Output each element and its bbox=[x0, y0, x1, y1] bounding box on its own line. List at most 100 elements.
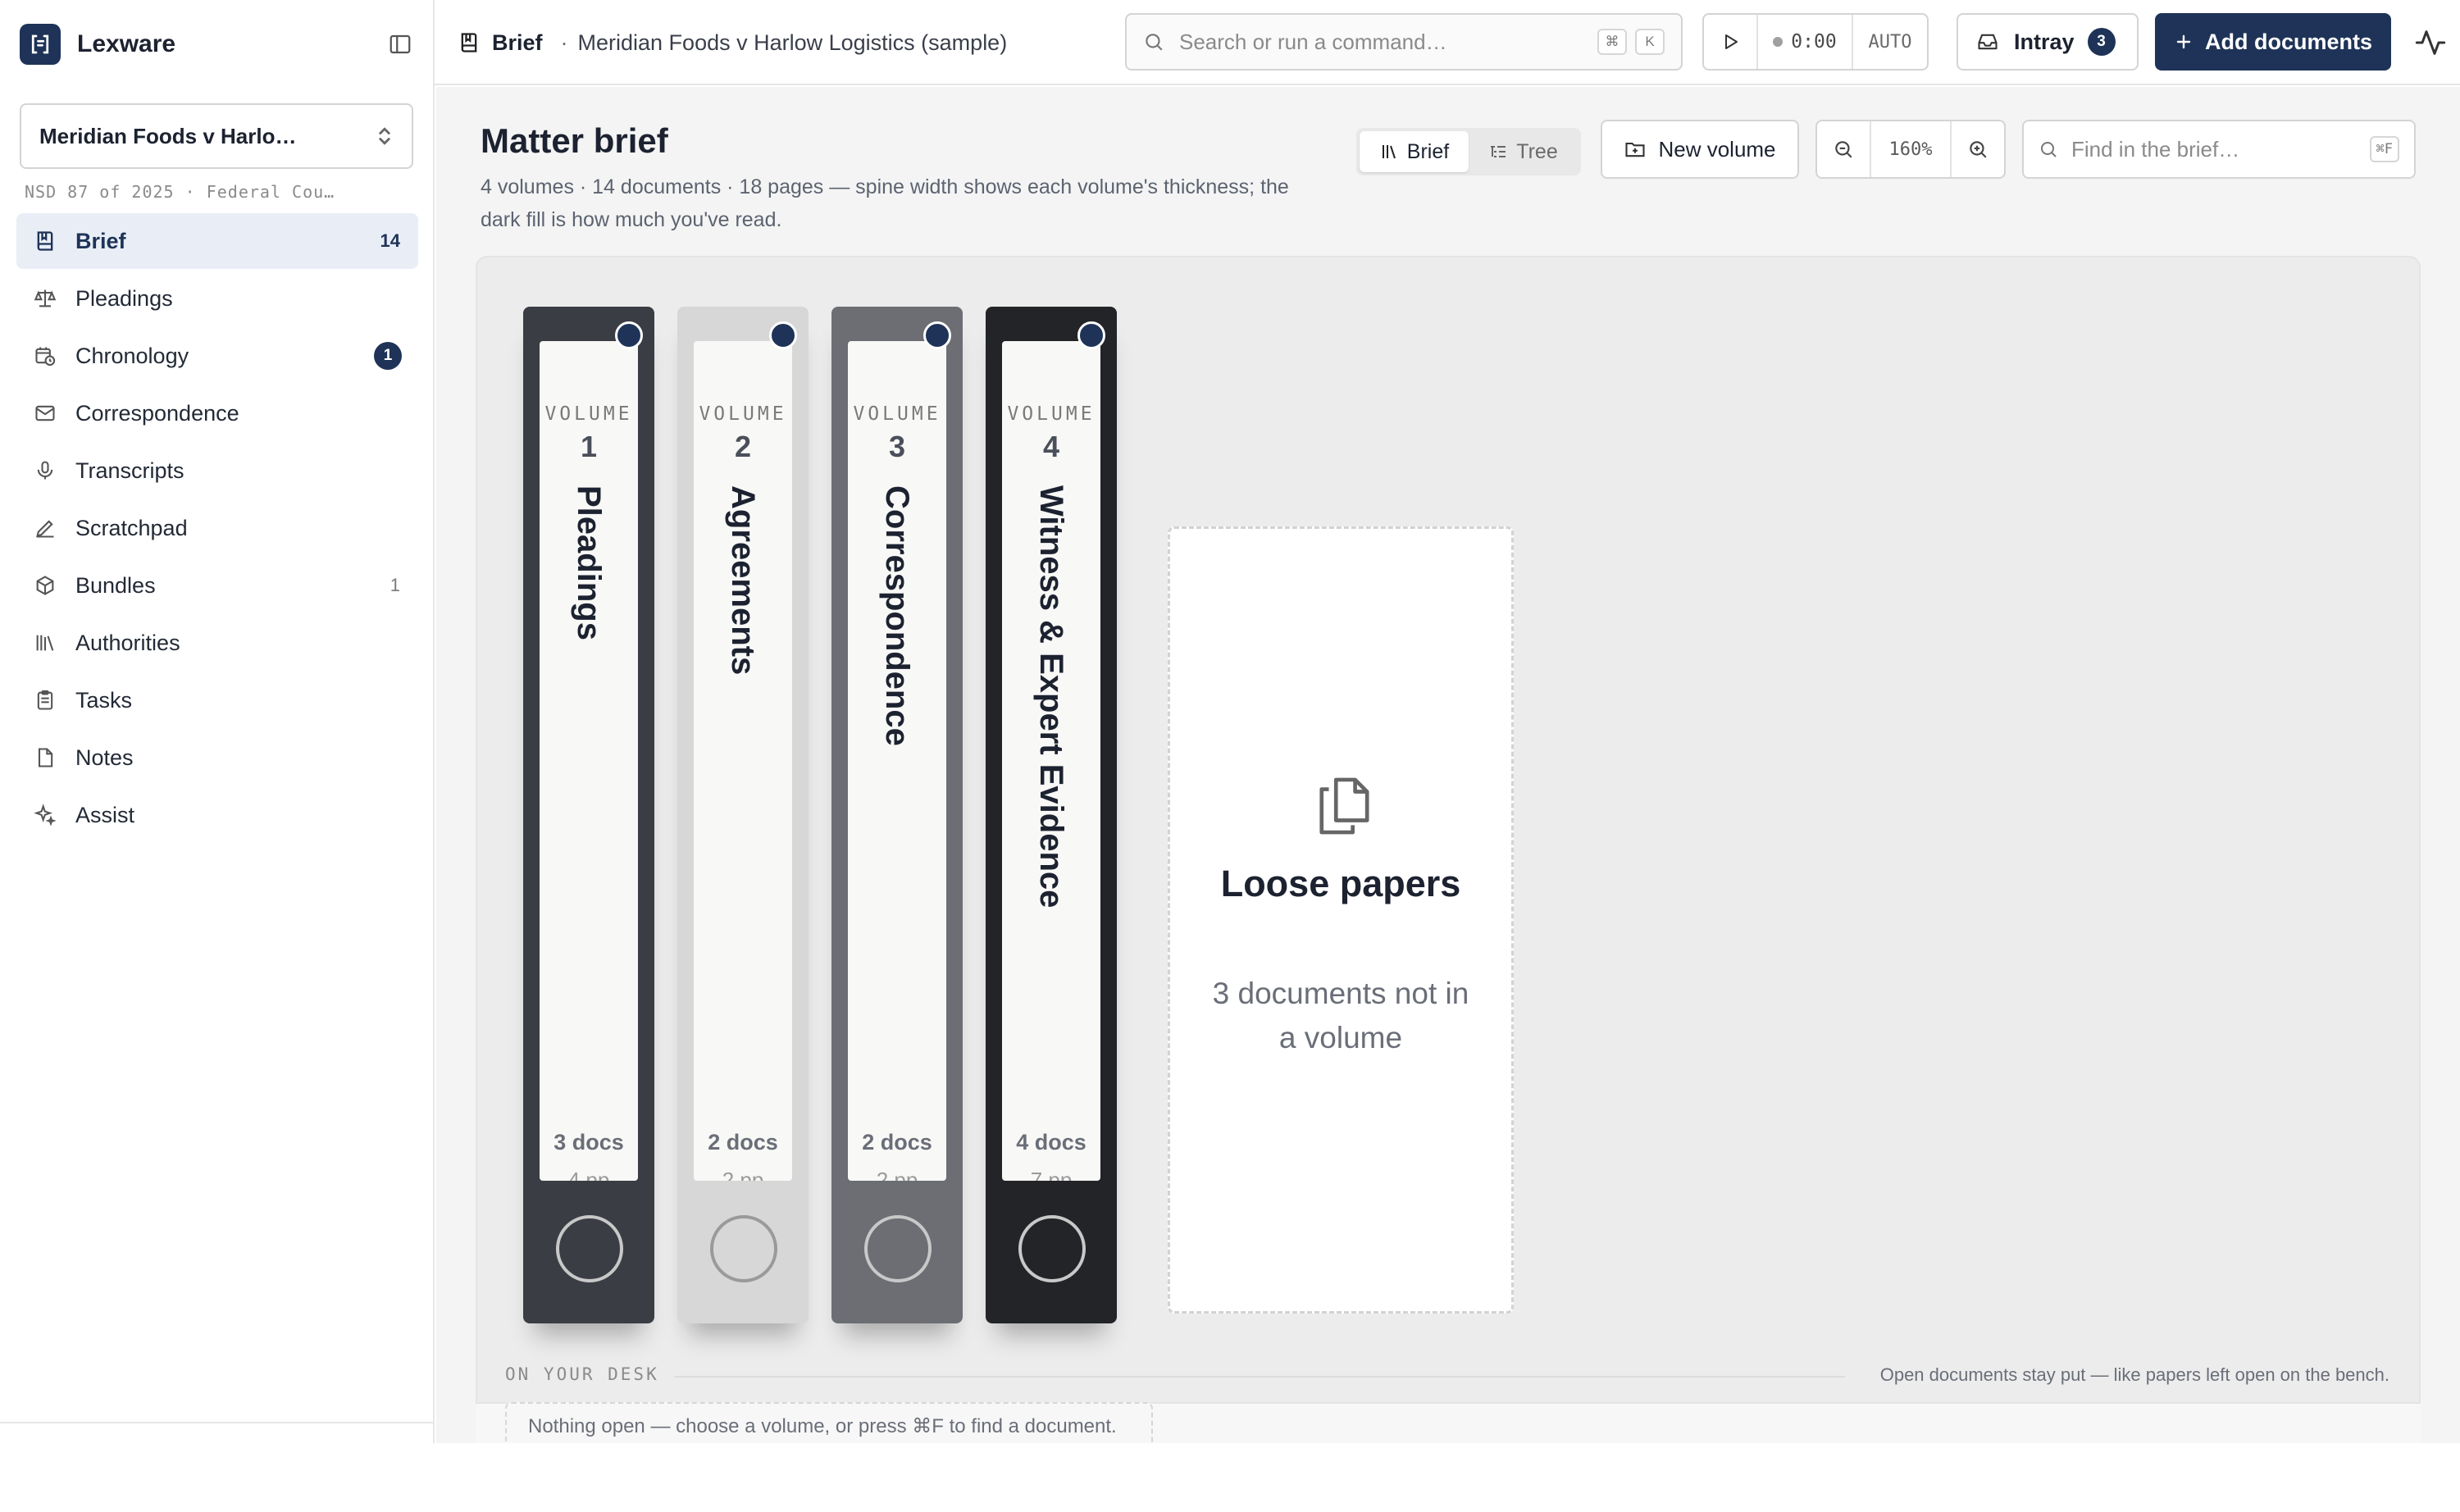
add-documents-label: Add documents bbox=[2204, 29, 2372, 54]
binder-finger-hole bbox=[710, 1215, 777, 1282]
zoom-control: 160% bbox=[1815, 120, 2006, 179]
spine-label: VOLUME 4 Witness & Expert Evidence 4 doc… bbox=[1002, 341, 1100, 1181]
new-volume-label: New volume bbox=[1658, 136, 1776, 162]
volume-binder-4[interactable]: VOLUME 4 Witness & Expert Evidence 4 doc… bbox=[986, 307, 1117, 1323]
binder-status-dot bbox=[615, 321, 643, 349]
zoom-in-button[interactable] bbox=[1952, 121, 2004, 177]
binder-finger-hole bbox=[864, 1215, 932, 1282]
sidebar-item-tasks[interactable]: Tasks bbox=[16, 672, 418, 728]
brand[interactable]: Lexware bbox=[20, 23, 175, 66]
desk-divider bbox=[674, 1376, 1845, 1378]
book-icon bbox=[31, 227, 59, 255]
sidebar-item-chronology[interactable]: Chronology 1 bbox=[16, 328, 418, 384]
sidebar-item-label: Tasks bbox=[75, 687, 133, 713]
view-toggle-brief-label: Brief bbox=[1406, 139, 1450, 163]
chevron-updown-icon bbox=[379, 127, 390, 145]
volume-binder-2[interactable]: VOLUME 2 Agreements 2 docs 2 pp bbox=[677, 307, 809, 1323]
volume-number: 1 bbox=[580, 430, 598, 463]
kbd-cmd: ⌘ bbox=[1597, 29, 1627, 55]
desk-empty-state: Nothing open — choose a volume, or press… bbox=[505, 1402, 1153, 1448]
page-subtitle: 4 volumes · 14 documents · 18 pages — sp… bbox=[481, 175, 1289, 231]
scales-icon bbox=[31, 285, 59, 312]
volume-number: 4 bbox=[1042, 430, 1060, 463]
loose-papers-tray[interactable]: Loose papers 3 documents not in a volume bbox=[1168, 526, 1514, 1314]
binder-finger-hole bbox=[556, 1215, 623, 1282]
spine-label: VOLUME 1 Pleadings 3 docs 4 pp bbox=[540, 341, 638, 1181]
sidebar-toggle-icon[interactable] bbox=[384, 28, 417, 61]
matter-select[interactable]: Meridian Foods v Harlo… bbox=[20, 103, 413, 169]
timer-status-dot bbox=[1773, 37, 1784, 47]
sidebar-item-transcripts[interactable]: Transcripts bbox=[16, 443, 418, 499]
volume-page-count: 2 pp bbox=[722, 1168, 764, 1181]
volume-page-count: 4 pp bbox=[567, 1168, 610, 1181]
sidebar-item-label: Scratchpad bbox=[75, 515, 188, 540]
volume-doc-count: 2 docs bbox=[862, 1130, 932, 1154]
view-toggle-brief[interactable]: Brief bbox=[1360, 131, 1469, 172]
book-icon bbox=[461, 33, 477, 52]
sidebar-nav: Brief 14 Pleadings Chronology 1 Correspo… bbox=[16, 213, 418, 845]
microphone-icon bbox=[31, 457, 59, 485]
add-documents-button[interactable]: Add documents bbox=[2155, 13, 2391, 71]
calendar-clock-icon bbox=[31, 342, 59, 370]
sidebar-item-brief[interactable]: Brief 14 bbox=[16, 213, 418, 269]
activity-icon[interactable] bbox=[2414, 26, 2447, 59]
desk-label: ON YOUR DESK bbox=[505, 1364, 659, 1384]
sidebar-item-notes[interactable]: Notes bbox=[16, 730, 418, 786]
volume-binder-3[interactable]: VOLUME 3 Correspondence 2 docs 2 pp bbox=[831, 307, 963, 1323]
sidebar-item-authorities[interactable]: Authorities bbox=[16, 615, 418, 671]
volume-binder-1[interactable]: VOLUME 1 Pleadings 3 docs 4 pp bbox=[523, 307, 654, 1323]
volume-title: Correspondence bbox=[879, 485, 915, 746]
sparkles-icon bbox=[31, 801, 59, 829]
page-title: Matter brief bbox=[481, 121, 668, 160]
zoom-out-button[interactable] bbox=[1817, 121, 1870, 177]
sidebar-item-count: 1 bbox=[390, 575, 400, 595]
timer-play-button[interactable] bbox=[1704, 15, 1758, 69]
volume-word: VOLUME bbox=[544, 403, 633, 425]
volume-shelf: VOLUME 1 Pleadings 3 docs 4 pp VOLUME 2 … bbox=[476, 256, 2421, 1404]
timer-value: 0:00 bbox=[1791, 31, 1837, 52]
timer-display: 0:00 bbox=[1758, 15, 1853, 69]
search-icon bbox=[2041, 142, 2057, 157]
sidebar-item-scratchpad[interactable]: Scratchpad bbox=[16, 500, 418, 556]
view-toggle-tree[interactable]: Tree bbox=[1469, 131, 1578, 172]
spine-label: VOLUME 2 Agreements 2 docs 2 pp bbox=[694, 341, 792, 1181]
sidebar-item-label: Pleadings bbox=[75, 285, 173, 311]
volume-word: VOLUME bbox=[699, 403, 787, 425]
intray-count-badge: 3 bbox=[2087, 28, 2116, 56]
sidebar-item-correspondence[interactable]: Correspondence bbox=[16, 385, 418, 441]
breadcrumb-section[interactable]: Brief bbox=[492, 30, 543, 56]
breadcrumb-matter: Meridian Foods v Harlow Logistics (sampl… bbox=[577, 30, 1008, 55]
clipboard-icon bbox=[31, 686, 59, 714]
zoom-out-icon bbox=[1835, 141, 1852, 158]
sidebar-item-badge: 1 bbox=[374, 342, 402, 370]
sidebar-item-assist[interactable]: Assist bbox=[16, 787, 418, 843]
plus-icon bbox=[2176, 34, 2191, 49]
timer-mode-toggle[interactable]: AUTO bbox=[1853, 15, 1927, 69]
search-icon bbox=[1146, 34, 1163, 51]
pen-icon bbox=[31, 514, 59, 542]
brand-name: Lexware bbox=[77, 30, 176, 57]
app-root: Lexware Meridian Foods v Harlo… NSD 87 o… bbox=[0, 0, 2460, 1512]
mail-icon bbox=[31, 399, 59, 427]
sidebar-item-bundles[interactable]: Bundles 1 bbox=[16, 558, 418, 613]
view-toggle-tree-label: Tree bbox=[1516, 139, 1558, 163]
volume-number: 3 bbox=[888, 430, 906, 463]
intray-button[interactable]: Intray 3 bbox=[1957, 13, 2139, 71]
find-in-brief-input[interactable]: Find in the brief… ⌘F bbox=[2022, 120, 2416, 179]
books-icon bbox=[1382, 145, 1396, 159]
loose-papers-subtitle: 3 documents not in a volume bbox=[1212, 977, 1469, 1054]
volume-title: Witness & Expert Evidence bbox=[1033, 485, 1069, 909]
zoom-in-icon bbox=[1970, 141, 1987, 158]
time-recorder: 0:00 AUTO bbox=[1702, 13, 1929, 71]
new-volume-button[interactable]: New volume bbox=[1601, 120, 1799, 179]
volume-doc-count: 4 docs bbox=[1016, 1130, 1086, 1154]
sidebar-item-pleadings[interactable]: Pleadings bbox=[16, 271, 418, 326]
copy-documents-icon bbox=[1319, 777, 1369, 835]
desk-hint: Open documents stay put — like papers le… bbox=[1879, 1364, 2389, 1385]
kbd-find: ⌘F bbox=[2369, 136, 2399, 162]
package-icon bbox=[31, 572, 59, 599]
command-search-input[interactable]: Search or run a command… ⌘ K bbox=[1125, 13, 1683, 71]
volume-word: VOLUME bbox=[853, 403, 941, 425]
sidebar-item-label: Authorities bbox=[75, 630, 180, 655]
breadcrumb: Brief · Meridian Foods v Harlow Logistic… bbox=[458, 25, 1007, 61]
